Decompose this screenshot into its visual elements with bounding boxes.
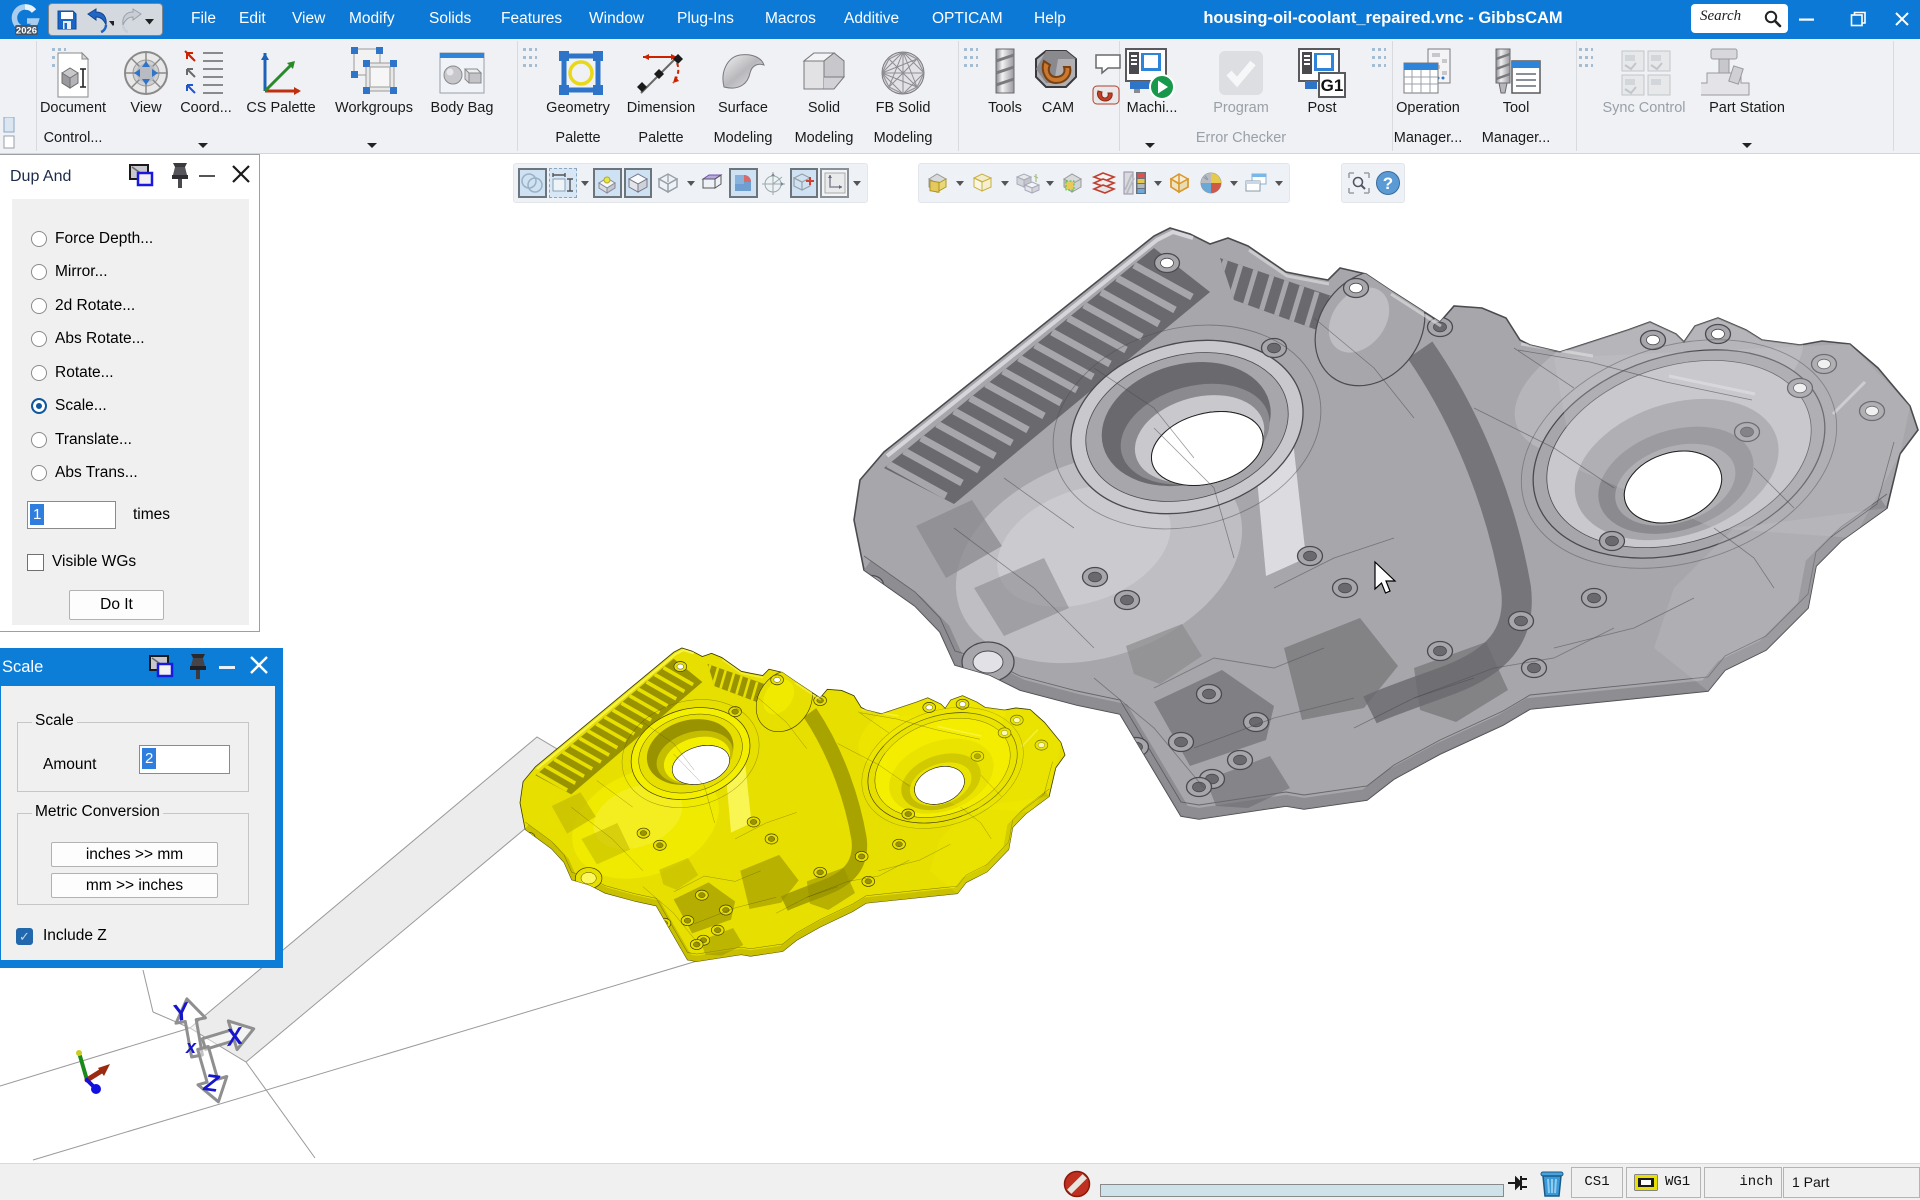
svg-text:G1: G1: [1321, 76, 1344, 95]
svg-text:2026: 2026: [16, 26, 37, 37]
svg-text:x: x: [185, 1037, 197, 1057]
